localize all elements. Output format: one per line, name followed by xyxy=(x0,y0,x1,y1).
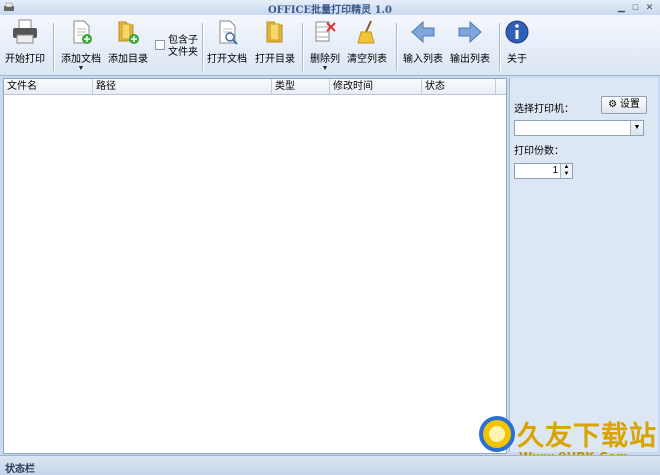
open-folder-icon xyxy=(266,21,283,43)
add-document-icon xyxy=(73,20,92,44)
delete-column-label: 删除列 xyxy=(310,54,340,65)
stepper-buttons: ▲ ▼ xyxy=(560,164,572,178)
settings-button[interactable]: ⚙ 设置 xyxy=(601,96,647,114)
about-button[interactable]: 关于 xyxy=(504,19,530,71)
dropdown-arrow-icon[interactable]: ▼ xyxy=(307,65,343,73)
maximize-icon[interactable]: □ xyxy=(629,2,642,13)
import-list-label: 输入列表 xyxy=(403,54,443,65)
toolbar-separator xyxy=(53,23,55,71)
close-icon[interactable]: ✕ xyxy=(643,2,656,13)
add-document-button[interactable]: 添加文档 ▼ xyxy=(60,19,102,73)
status-bar: 状态栏 xyxy=(0,455,660,475)
start-print-label: 开始打印 xyxy=(5,54,45,65)
settings-label: 设置 xyxy=(619,99,640,110)
open-directory-button[interactable]: 打开目录 xyxy=(254,19,296,71)
open-directory-label: 打开目录 xyxy=(255,54,295,65)
minimize-icon[interactable]: ▁ xyxy=(615,2,628,13)
toolbar-separator xyxy=(302,23,304,71)
printer-icon xyxy=(13,19,37,44)
copies-value[interactable]: 1 xyxy=(552,164,558,178)
clear-list-button[interactable]: 清空列表 xyxy=(346,19,388,71)
about-label: 关于 xyxy=(507,54,527,65)
watermark-text: 久友下载站 xyxy=(517,421,657,452)
printer-settings-panel: 选择打印机： ⚙ 设置 ▼ 打印份数： 1 ▲ ▼ xyxy=(509,78,658,452)
delete-column-icon xyxy=(315,21,336,42)
list-header: 文件名 路径 类型 修改时间 状态 xyxy=(4,79,506,95)
add-directory-button[interactable]: 添加目录 xyxy=(108,19,148,71)
start-print-button[interactable]: 开始打印 xyxy=(4,19,46,71)
import-list-button[interactable]: 输入列表 xyxy=(402,19,444,71)
file-list[interactable]: 文件名 路径 类型 修改时间 状态 xyxy=(3,78,507,454)
add-folder-icon xyxy=(118,21,139,44)
window-title: OFFICE批量打印精灵 1.0 xyxy=(267,5,393,16)
delete-column-button[interactable]: 删除列 ▼ xyxy=(307,19,343,73)
select-printer-label: 选择打印机： xyxy=(514,104,574,115)
toolbar-separator xyxy=(499,23,501,71)
toolbar-separator xyxy=(396,23,398,71)
status-text: 状态栏 xyxy=(5,464,35,475)
add-directory-label: 添加目录 xyxy=(108,54,148,65)
include-subfolder-checkbox[interactable]: 包含子文件夹 xyxy=(155,35,200,61)
broom-icon xyxy=(357,20,375,44)
column-header-filename[interactable]: 文件名 xyxy=(4,79,93,94)
gear-icon: ⚙ xyxy=(608,99,618,110)
column-header-status[interactable]: 状态 xyxy=(422,79,496,94)
toolbar: 开始打印 添加文档 ▼ 添加目录 包含子文件夹 打开文档 打开目录 删除列 ▼ … xyxy=(0,15,660,76)
open-document-icon xyxy=(219,20,238,45)
export-list-label: 输出列表 xyxy=(450,54,490,65)
info-icon xyxy=(505,20,529,44)
column-header-modified-time[interactable]: 修改时间 xyxy=(330,79,422,94)
printer-select[interactable]: ▼ xyxy=(514,120,644,136)
column-header-path[interactable]: 路径 xyxy=(93,79,272,94)
clear-list-label: 清空列表 xyxy=(347,54,387,65)
toolbar-separator xyxy=(202,23,204,71)
title-bar: OFFICE批量打印精灵 1.0 ▁ □ ✕ xyxy=(0,0,660,16)
watermark-globe-icon xyxy=(479,416,515,452)
copies-label: 打印份数： xyxy=(514,146,564,157)
increment-icon[interactable]: ▲ xyxy=(561,164,572,171)
checkbox-box[interactable] xyxy=(155,40,165,50)
include-subfolder-label: 包含子文件夹 xyxy=(168,35,198,58)
column-header-type[interactable]: 类型 xyxy=(272,79,330,94)
add-document-label: 添加文档 xyxy=(61,54,101,65)
open-document-button[interactable]: 打开文档 xyxy=(207,19,247,71)
dropdown-arrow-icon[interactable]: ▼ xyxy=(60,65,102,73)
copies-stepper[interactable]: 1 ▲ ▼ xyxy=(514,163,573,179)
export-list-button[interactable]: 输出列表 xyxy=(449,19,491,71)
open-document-label: 打开文档 xyxy=(207,54,247,65)
arrow-right-icon xyxy=(458,20,482,44)
chevron-down-icon[interactable]: ▼ xyxy=(630,121,643,135)
arrow-left-icon xyxy=(411,20,435,44)
decrement-icon[interactable]: ▼ xyxy=(561,171,572,178)
